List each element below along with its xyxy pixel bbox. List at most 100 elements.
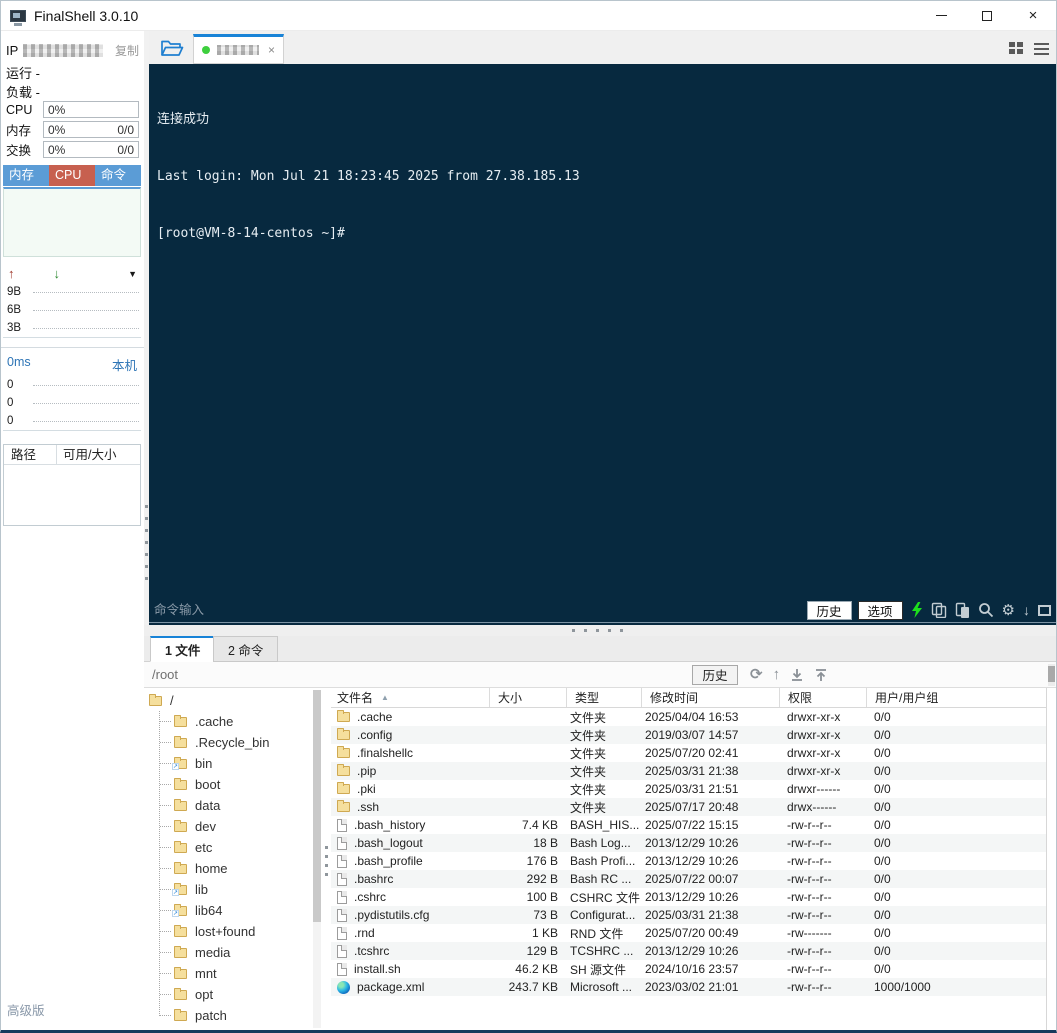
table-row[interactable]: .bash_history 7.4 KB BASH_HIS... 2025/07/22… bbox=[331, 816, 1046, 834]
cpu-gauge: 0% bbox=[43, 101, 139, 118]
file-icon bbox=[337, 890, 347, 904]
settings-gear-icon[interactable]: ⚙ bbox=[1002, 603, 1015, 618]
cell-owner: 0/0 bbox=[874, 962, 891, 976]
tree-item[interactable]: patch bbox=[159, 1005, 313, 1026]
table-row[interactable]: .pydistutils.cfg 73 B Configurat... 2025/03… bbox=[331, 906, 1046, 924]
tree-scrollbar[interactable] bbox=[313, 690, 321, 1028]
cell-filename: package.xml bbox=[331, 980, 489, 994]
ip-label: IP bbox=[6, 43, 19, 58]
cell-perm: drwxr------ bbox=[787, 782, 841, 796]
panel-splitter[interactable] bbox=[144, 625, 1056, 636]
tree-root[interactable]: / bbox=[149, 690, 313, 711]
table-row[interactable]: .cache 文件夹 2025/04/04 16:53 drwxr-xr-x 0/0 bbox=[331, 708, 1046, 726]
panel-splitter-grip[interactable] bbox=[572, 629, 628, 632]
tree-item-label: lost+found bbox=[195, 924, 256, 939]
table-row[interactable]: .rnd 1 KB RND 文件 2025/07/20 00:49 -rw-------… bbox=[331, 924, 1046, 942]
tree-item[interactable]: .cache bbox=[159, 711, 313, 732]
col-mtime[interactable]: 修改时间 bbox=[641, 688, 779, 707]
table-row[interactable]: .finalshellc 文件夹 2025/07/20 02:41 drwxr-xr-… bbox=[331, 744, 1046, 762]
col-filename[interactable]: 文件名 ▲ bbox=[331, 688, 489, 707]
splitter-grip[interactable] bbox=[145, 504, 148, 580]
col-perm[interactable]: 权限 bbox=[779, 688, 866, 707]
cell-owner: 0/0 bbox=[874, 764, 891, 778]
tree-item[interactable]: ↗ bin bbox=[159, 753, 313, 774]
scroll-down-icon[interactable]: ↓ bbox=[1023, 602, 1030, 618]
tab-cpu[interactable]: CPU bbox=[49, 165, 95, 186]
table-row[interactable]: .pki 文件夹 2025/03/31 21:51 drwxr------ 0/0 bbox=[331, 780, 1046, 798]
tree-item[interactable]: opt bbox=[159, 984, 313, 1005]
refresh-icon[interactable]: ⟳ bbox=[750, 666, 763, 683]
cpu-usage: 0% bbox=[48, 102, 66, 117]
parent-dir-icon[interactable]: ↑ bbox=[773, 666, 781, 683]
tree-item[interactable]: ↗ lib64 bbox=[159, 900, 313, 921]
table-row[interactable]: package.xml 243.7 KB Microsoft ... 2023/03/… bbox=[331, 978, 1046, 996]
tree-item[interactable]: home bbox=[159, 858, 313, 879]
cell-perm: -rw-r--r-- bbox=[787, 890, 832, 904]
cell-type: TCSHRC ... bbox=[570, 944, 634, 958]
tab-commands[interactable]: 2 命令 bbox=[213, 636, 279, 662]
copy-icon[interactable] bbox=[931, 602, 947, 618]
path-history-button[interactable]: 历史 bbox=[692, 664, 738, 685]
options-button[interactable]: 选项 bbox=[857, 600, 903, 620]
download-icon[interactable] bbox=[790, 668, 804, 682]
minimize-button[interactable] bbox=[918, 1, 964, 30]
tree-item[interactable]: etc bbox=[159, 837, 313, 858]
table-row[interactable]: .bashrc 292 B Bash RC ... 2025/07/22 00:07 -… bbox=[331, 870, 1046, 888]
tab-memory[interactable]: 内存 bbox=[3, 165, 49, 186]
history-button[interactable]: 历史 bbox=[806, 600, 852, 620]
cell-type: 文件夹 bbox=[570, 782, 607, 797]
tree-item[interactable]: dev bbox=[159, 816, 313, 837]
col-type[interactable]: 类型 bbox=[566, 688, 641, 707]
tree-item[interactable]: mnt bbox=[159, 963, 313, 984]
cell-owner: 1000/1000 bbox=[874, 980, 931, 994]
window-mode-icon[interactable] bbox=[1038, 604, 1051, 616]
upload-icon[interactable] bbox=[814, 668, 828, 682]
table-row[interactable]: .bash_logout 18 B Bash Log... 2013/12/29 10… bbox=[331, 834, 1046, 852]
folder-icon bbox=[174, 924, 187, 937]
session-tab[interactable]: × bbox=[193, 34, 284, 64]
terminal-output: 连接成功 Last login: Mon Jul 21 18:23:45 202… bbox=[149, 64, 1056, 281]
path-input[interactable] bbox=[152, 667, 692, 682]
tree-item[interactable]: lost+found bbox=[159, 921, 313, 942]
command-input[interactable] bbox=[154, 603, 801, 617]
col-owner[interactable]: 用户/用户组 bbox=[866, 688, 1046, 707]
tree-item[interactable]: .Recycle_bin bbox=[159, 732, 313, 753]
tree-item[interactable]: boot bbox=[159, 774, 313, 795]
terminal-tabstrip: × bbox=[149, 31, 1056, 64]
tree-item-label: opt bbox=[195, 987, 214, 1002]
table-row[interactable]: .config 文件夹 2019/03/07 14:57 drwxr-xr-x 0/0 bbox=[331, 726, 1046, 744]
layout-grid-icon[interactable] bbox=[1009, 42, 1023, 55]
table-row[interactable]: .bash_profile 176 B Bash Profi... 2013/12/2… bbox=[331, 852, 1046, 870]
tree-item[interactable]: ↗ lib bbox=[159, 879, 313, 900]
maximize-button[interactable] bbox=[964, 1, 1010, 30]
table-row[interactable]: .ssh 文件夹 2025/07/17 20:48 drwx------ 0/0 bbox=[331, 798, 1046, 816]
chart-dropdown-icon[interactable]: ▼ bbox=[128, 269, 137, 279]
folder-icon: ↗ bbox=[172, 882, 187, 896]
col-size[interactable]: 大小 bbox=[489, 688, 566, 707]
tree-table-splitter[interactable] bbox=[323, 688, 331, 1030]
table-row[interactable]: .cshrc 100 B CSHRC 文件 2013/12/29 10:26 -rw-r… bbox=[331, 888, 1046, 906]
cell-type: Bash Log... bbox=[570, 836, 631, 850]
close-button[interactable]: × bbox=[1010, 1, 1056, 30]
paste-icon[interactable] bbox=[955, 602, 970, 618]
copy-ip-button[interactable]: 复制 bbox=[115, 42, 139, 59]
tree-item[interactable]: data bbox=[159, 795, 313, 816]
tab-close-icon[interactable]: × bbox=[268, 43, 275, 57]
tree-item-label: dev bbox=[195, 819, 216, 834]
power-lightning-icon[interactable] bbox=[911, 602, 923, 618]
tab-command[interactable]: 命令 bbox=[95, 165, 141, 186]
table-row[interactable]: .tcshrc 129 B TCSHRC ... 2013/12/29 10:26 -r… bbox=[331, 942, 1046, 960]
table-row[interactable]: install.sh 46.2 KB SH 源文件 2024/10/16 23:57 -… bbox=[331, 960, 1046, 978]
tab-files[interactable]: 1 文件 bbox=[150, 636, 216, 662]
path-scrollbar[interactable] bbox=[1048, 664, 1055, 686]
table-row[interactable]: .pip 文件夹 2025/03/31 21:38 drwxr-xr-x 0/0 bbox=[331, 762, 1046, 780]
cell-owner: 0/0 bbox=[874, 926, 891, 940]
cell-size: 18 B bbox=[533, 836, 558, 850]
menu-icon[interactable] bbox=[1034, 42, 1049, 55]
terminal[interactable]: 连接成功 Last login: Mon Jul 21 18:23:45 202… bbox=[149, 64, 1056, 625]
cell-mtime: 2025/07/20 00:49 bbox=[645, 926, 739, 940]
folder-icon bbox=[174, 1008, 187, 1021]
tree-item[interactable]: media bbox=[159, 942, 313, 963]
search-icon[interactable] bbox=[978, 602, 994, 618]
open-connection-button[interactable] bbox=[158, 36, 186, 60]
